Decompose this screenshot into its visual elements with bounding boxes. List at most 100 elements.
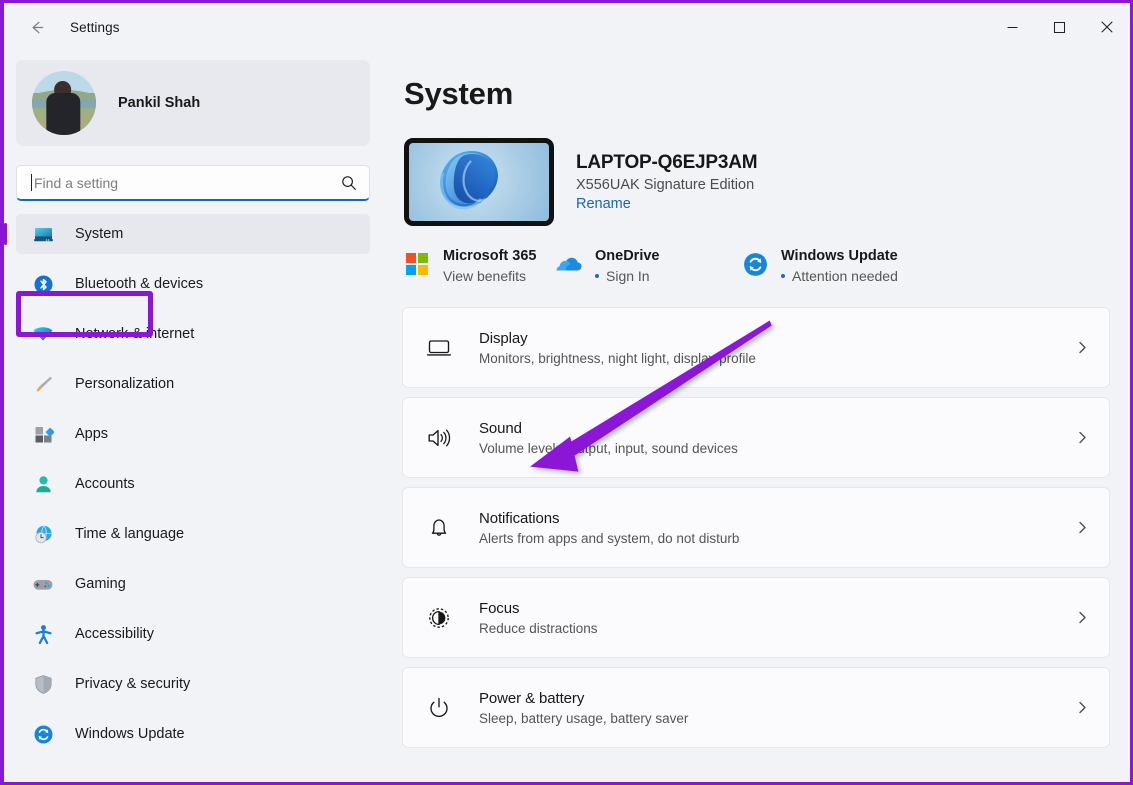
sidebar-item-accessibility[interactable]: Accessibility [16, 614, 370, 654]
status-sub-text: Sign In [606, 268, 650, 284]
clock-globe-icon [32, 523, 54, 545]
sidebar-item-label: Accessibility [75, 626, 154, 642]
account-icon [32, 473, 54, 495]
sidebar-item-apps[interactable]: Apps [16, 414, 370, 454]
sidebar-nav: System Bluetooth & devices [16, 214, 382, 754]
chevron-right-icon [1075, 520, 1090, 535]
card-title: Power & battery [479, 690, 1075, 707]
gamepad-icon [32, 573, 54, 595]
text-caret [31, 174, 32, 191]
device-thumbnail [404, 138, 554, 226]
card-text: Notifications Alerts from apps and syste… [479, 510, 1075, 546]
sidebar-item-label: Privacy & security [75, 676, 190, 692]
sidebar-item-network-internet[interactable]: Network & internet [16, 314, 370, 354]
status-title: Windows Update [781, 248, 898, 264]
rename-link[interactable]: Rename [576, 196, 631, 212]
search-input[interactable] [31, 175, 341, 191]
back-button[interactable] [16, 11, 56, 43]
sidebar-item-label: Time & language [75, 526, 184, 542]
search-container [16, 165, 370, 201]
card-sub: Reduce distractions [479, 621, 1075, 636]
sidebar-item-label: Gaming [75, 576, 126, 592]
bell-icon [424, 513, 454, 543]
close-icon [1101, 21, 1113, 33]
card-text: Focus Reduce distractions [479, 600, 1075, 636]
sidebar-item-label: Bluetooth & devices [75, 276, 203, 292]
chevron-right-icon [1075, 340, 1090, 355]
maximize-button[interactable] [1036, 4, 1083, 51]
power-icon [424, 693, 454, 723]
page-title: System [404, 76, 1110, 112]
status-item-microsoft-365[interactable]: Microsoft 365 View benefits [404, 248, 556, 284]
sidebar-item-label: System [75, 226, 123, 242]
status-sub: Sign In [595, 268, 659, 284]
title-bar: Settings [4, 3, 1130, 51]
setting-card-focus[interactable]: Focus Reduce distractions [402, 577, 1110, 658]
avatar [32, 71, 96, 135]
chevron-right-icon [1075, 430, 1090, 445]
sidebar-item-accounts[interactable]: Accounts [16, 464, 370, 504]
chevron-right-icon [1075, 700, 1090, 715]
status-title: OneDrive [595, 248, 659, 264]
minimize-icon [1007, 22, 1018, 33]
sidebar: Pankil Shah [4, 51, 394, 782]
wifi-icon [32, 323, 54, 345]
status-title: Microsoft 365 [443, 248, 536, 264]
card-text: Sound Volume levels, output, input, soun… [479, 420, 1075, 456]
update-icon [32, 723, 54, 745]
card-text: Power & battery Sleep, battery usage, ba… [479, 690, 1075, 726]
main-content: System [394, 51, 1130, 782]
card-sub: Sleep, battery usage, battery saver [479, 711, 1075, 726]
status-sub-text: Attention needed [792, 268, 898, 284]
sidebar-item-label: Accounts [75, 476, 135, 492]
monitor-icon [32, 223, 54, 245]
close-button[interactable] [1083, 4, 1130, 51]
status-item-windows-update[interactable]: Windows Update Attention needed [742, 248, 908, 284]
card-title: Display [479, 330, 1075, 347]
card-title: Sound [479, 420, 1075, 437]
status-dot [781, 274, 785, 278]
apps-icon [32, 423, 54, 445]
card-title: Notifications [479, 510, 1075, 527]
sidebar-item-windows-update[interactable]: Windows Update [16, 714, 370, 754]
monitor-icon [424, 333, 454, 363]
sidebar-item-gaming[interactable]: Gaming [16, 564, 370, 604]
setting-card-notifications[interactable]: Notifications Alerts from apps and syste… [402, 487, 1110, 568]
settings-window: Settings [0, 0, 1133, 785]
setting-card-display[interactable]: Display Monitors, brightness, night ligh… [402, 307, 1110, 388]
device-text: LAPTOP-Q6EJP3AM X556UAK Signature Editio… [576, 152, 757, 213]
sidebar-item-label: Apps [75, 426, 108, 442]
sidebar-item-label: Network & internet [75, 326, 194, 342]
sidebar-item-bluetooth-devices[interactable]: Bluetooth & devices [16, 264, 370, 304]
settings-card-list: Display Monitors, brightness, night ligh… [402, 307, 1110, 748]
sidebar-item-privacy-security[interactable]: Privacy & security [16, 664, 370, 704]
minimize-button[interactable] [989, 4, 1036, 51]
microsoft-logo-icon [404, 251, 430, 277]
user-profile-card[interactable]: Pankil Shah [16, 60, 370, 146]
window-controls [989, 4, 1130, 51]
device-model: X556UAK Signature Edition [576, 177, 757, 193]
search-box[interactable] [16, 165, 370, 201]
status-row: Microsoft 365 View benefits OneDrive [404, 248, 1110, 284]
sidebar-item-label: Personalization [75, 376, 174, 392]
shield-icon [32, 673, 54, 695]
status-item-onedrive[interactable]: OneDrive Sign In [556, 248, 742, 284]
sidebar-item-time-language[interactable]: Time & language [16, 514, 370, 554]
speaker-icon [424, 423, 454, 453]
onedrive-cloud-icon [556, 251, 582, 277]
status-sub-text: View benefits [443, 268, 526, 284]
card-text: Display Monitors, brightness, night ligh… [479, 330, 1075, 366]
setting-card-sound[interactable]: Sound Volume levels, output, input, soun… [402, 397, 1110, 478]
device-info: LAPTOP-Q6EJP3AM X556UAK Signature Editio… [404, 138, 1110, 226]
sidebar-item-personalization[interactable]: Personalization [16, 364, 370, 404]
card-sub: Monitors, brightness, night light, displ… [479, 351, 1075, 366]
focus-icon [424, 603, 454, 633]
search-icon[interactable] [341, 175, 357, 191]
card-sub: Volume levels, output, input, sound devi… [479, 441, 1075, 456]
window-title: Settings [70, 20, 120, 35]
setting-card-power-battery[interactable]: Power & battery Sleep, battery usage, ba… [402, 667, 1110, 748]
sidebar-item-label: Windows Update [75, 726, 185, 742]
status-sub: View benefits [443, 268, 536, 284]
sidebar-item-system[interactable]: System [16, 214, 370, 254]
back-arrow-icon [27, 18, 46, 37]
